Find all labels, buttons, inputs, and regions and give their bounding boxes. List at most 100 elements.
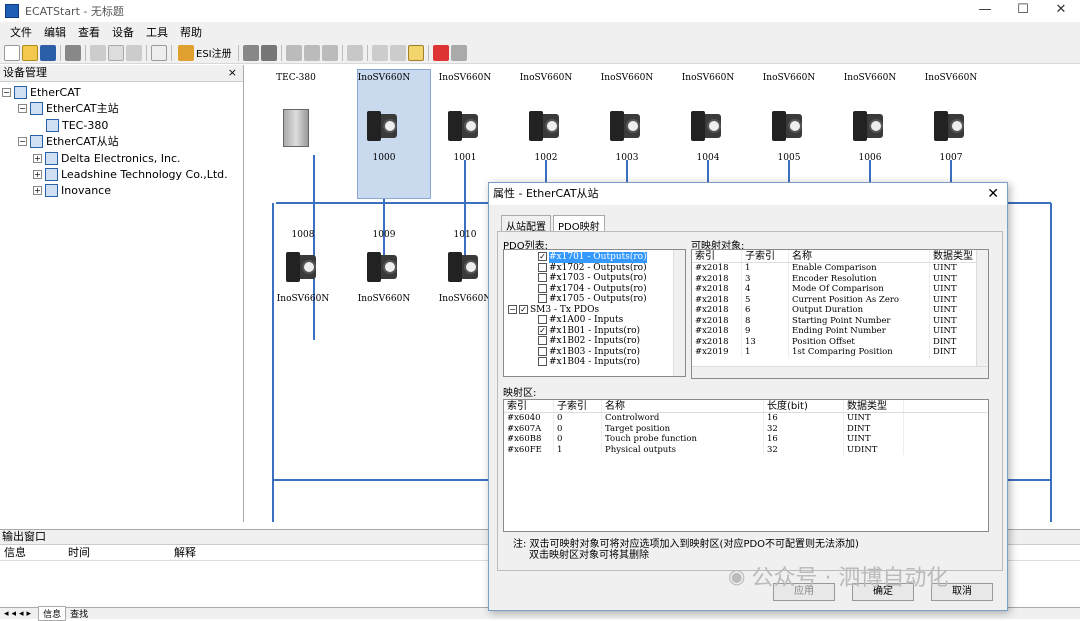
minimize-button[interactable]: —: [966, 0, 1004, 22]
expand-icon[interactable]: +: [33, 169, 42, 179]
pdo-checkbox[interactable]: [538, 315, 547, 324]
table-row[interactable]: #x607A 0 Target position 32 DINT: [504, 423, 988, 434]
cut-icon[interactable]: [90, 44, 106, 61]
open-folder-icon[interactable]: [22, 44, 38, 61]
scan-icon[interactable]: [242, 44, 259, 61]
table-row[interactable]: #x2018 3 Encoder Resolution UINT: [692, 273, 988, 284]
module-icon[interactable]: [303, 44, 320, 61]
table-row[interactable]: #x2018 6 Output Duration UINT: [692, 305, 988, 316]
pdo-list-scrollbar[interactable]: [673, 250, 685, 376]
slave-device-1009[interactable]: 1009 InoSV660N: [344, 230, 424, 304]
tree-node-inovance[interactable]: + Inovance: [33, 182, 111, 198]
new-file-icon[interactable]: [4, 44, 20, 61]
col-length[interactable]: 长度(bit): [764, 400, 844, 412]
menu-help[interactable]: 帮助: [174, 24, 208, 40]
slave-device-1003[interactable]: InoSV660N 1003: [587, 73, 667, 163]
table-row[interactable]: #x2019 1 1st Comparing Position DINT: [692, 347, 988, 358]
col-name[interactable]: 名称: [789, 250, 930, 262]
table-row[interactable]: #x2018 1 Enable Comparison UINT: [692, 263, 988, 274]
table-row[interactable]: #x60B8 0 Touch probe function 16 UINT: [504, 434, 988, 445]
panel-icon[interactable]: [407, 44, 424, 61]
expand-icon[interactable]: +: [33, 185, 42, 195]
slave-device-1008[interactable]: 1008 InoSV660N: [263, 230, 343, 304]
pdo-item[interactable]: #x1702 - Outputs(ro): [508, 262, 685, 274]
menu-tools[interactable]: 工具: [140, 24, 174, 40]
tab-nav-arrows[interactable]: ◂◂◂▸: [0, 609, 38, 619]
master-device[interactable]: TEC-380: [256, 73, 336, 147]
tree-node-delta[interactable]: + Delta Electronics, Inc.: [33, 150, 181, 166]
collapse-icon[interactable]: −: [18, 136, 27, 146]
column-time[interactable]: 时间: [68, 545, 174, 560]
layout-icon[interactable]: [389, 44, 406, 61]
pdo-checkbox[interactable]: [538, 294, 547, 303]
slave-device-1004[interactable]: InoSV660N 1004: [668, 73, 748, 163]
pdo-item[interactable]: #x1B02 - Inputs(ro): [508, 336, 685, 347]
download-icon[interactable]: [432, 44, 449, 61]
slave-device-1000[interactable]: InoSV660N 1000: [344, 73, 424, 163]
pdo-checkbox[interactable]: ✓: [538, 325, 547, 335]
esi-register-button[interactable]: ESI注册: [176, 44, 234, 61]
column-info[interactable]: 信息: [4, 545, 68, 560]
pdo-item[interactable]: #x1A00 - Inputs: [508, 315, 685, 326]
tree-node-slave[interactable]: − EtherCAT从站: [18, 133, 119, 149]
print-icon[interactable]: [65, 44, 81, 61]
table-row[interactable]: #x2018 5 Current Position As Zero UINT: [692, 294, 988, 305]
pdo-checkbox[interactable]: [538, 346, 547, 356]
pdo-checkbox[interactable]: [538, 283, 547, 293]
tree-node-tec380[interactable]: TEC-380: [46, 117, 108, 133]
col-name[interactable]: 名称: [602, 400, 764, 412]
collapse-icon[interactable]: −: [508, 304, 517, 314]
pdo-item[interactable]: ✓ #x1701 - Outputs(ro): [508, 252, 685, 263]
col-subindex[interactable]: 子索引: [742, 250, 789, 262]
menu-edit[interactable]: 编辑: [38, 24, 72, 40]
tab-find[interactable]: 查找: [66, 607, 92, 620]
dialog-close-icon[interactable]: ✕: [987, 183, 999, 205]
pdo-item[interactable]: #x1705 - Outputs(ro): [508, 294, 685, 305]
table-row[interactable]: #x2018 13 Position Offset DINT: [692, 336, 988, 347]
tree-node-master[interactable]: − EtherCAT主站: [18, 100, 119, 116]
col-datatype[interactable]: 数据类型: [930, 250, 978, 262]
paste-icon[interactable]: [126, 44, 142, 61]
collapse-icon[interactable]: −: [18, 103, 27, 113]
find-icon[interactable]: [260, 44, 277, 61]
close-button[interactable]: ✕: [1042, 0, 1080, 22]
save-icon[interactable]: [40, 44, 56, 61]
slave-device-1005[interactable]: InoSV660N 1005: [749, 73, 829, 163]
pdo-item[interactable]: #x1B03 - Inputs(ro): [508, 346, 685, 358]
pdo-checkbox[interactable]: [538, 273, 547, 282]
col-index[interactable]: 索引: [692, 250, 742, 262]
maximize-button[interactable]: ☐: [1004, 0, 1042, 22]
col-index[interactable]: 索引: [504, 400, 554, 412]
pdo-item[interactable]: #x1B04 - Inputs(ro): [508, 357, 685, 368]
table-row[interactable]: #x6040 0 Controlword 16 UINT: [504, 413, 988, 424]
pdo-checkbox[interactable]: [538, 336, 547, 345]
grid-icon[interactable]: [371, 44, 388, 61]
copy-icon[interactable]: [108, 44, 124, 61]
pdo-checkbox[interactable]: [538, 357, 547, 366]
pdo-checkbox[interactable]: ✓: [519, 304, 528, 314]
network-icon[interactable]: [285, 44, 302, 61]
collapse-icon[interactable]: −: [2, 87, 11, 97]
panel-close-icon[interactable]: ×: [228, 65, 237, 81]
mappable-h-scrollbar[interactable]: [692, 366, 988, 378]
slave-device-1006[interactable]: InoSV660N 1006: [830, 73, 910, 163]
col-subindex[interactable]: 子索引: [554, 400, 602, 412]
table-row[interactable]: #x2018 9 Ending Point Number UINT: [692, 326, 988, 337]
expand-icon[interactable]: +: [33, 153, 42, 163]
slave-device-1007[interactable]: InoSV660N 1007: [911, 73, 991, 163]
mappable-v-scrollbar[interactable]: [976, 250, 988, 366]
properties-icon[interactable]: [151, 44, 167, 61]
tree-node-ethercat[interactable]: − EtherCAT: [2, 84, 81, 100]
delete-icon[interactable]: [346, 44, 363, 61]
table-row[interactable]: #x60FE 1 Physical outputs 32 UDINT: [504, 444, 988, 455]
tree-node-leadshine[interactable]: + Leadshine Technology Co.,Ltd.: [33, 166, 228, 182]
menu-device[interactable]: 设备: [106, 24, 140, 40]
upload-icon[interactable]: [450, 44, 467, 61]
pdo-item[interactable]: #x1704 - Outputs(ro): [508, 283, 685, 295]
slave-device-1001[interactable]: InoSV660N 1001: [425, 73, 505, 163]
menu-file[interactable]: 文件: [4, 24, 38, 40]
pdo-item[interactable]: ✓ #x1B01 - Inputs(ro): [508, 325, 685, 337]
column-explanation[interactable]: 解释: [174, 545, 274, 560]
col-datatype[interactable]: 数据类型: [844, 400, 904, 412]
pdo-item[interactable]: #x1703 - Outputs(ro): [508, 273, 685, 284]
